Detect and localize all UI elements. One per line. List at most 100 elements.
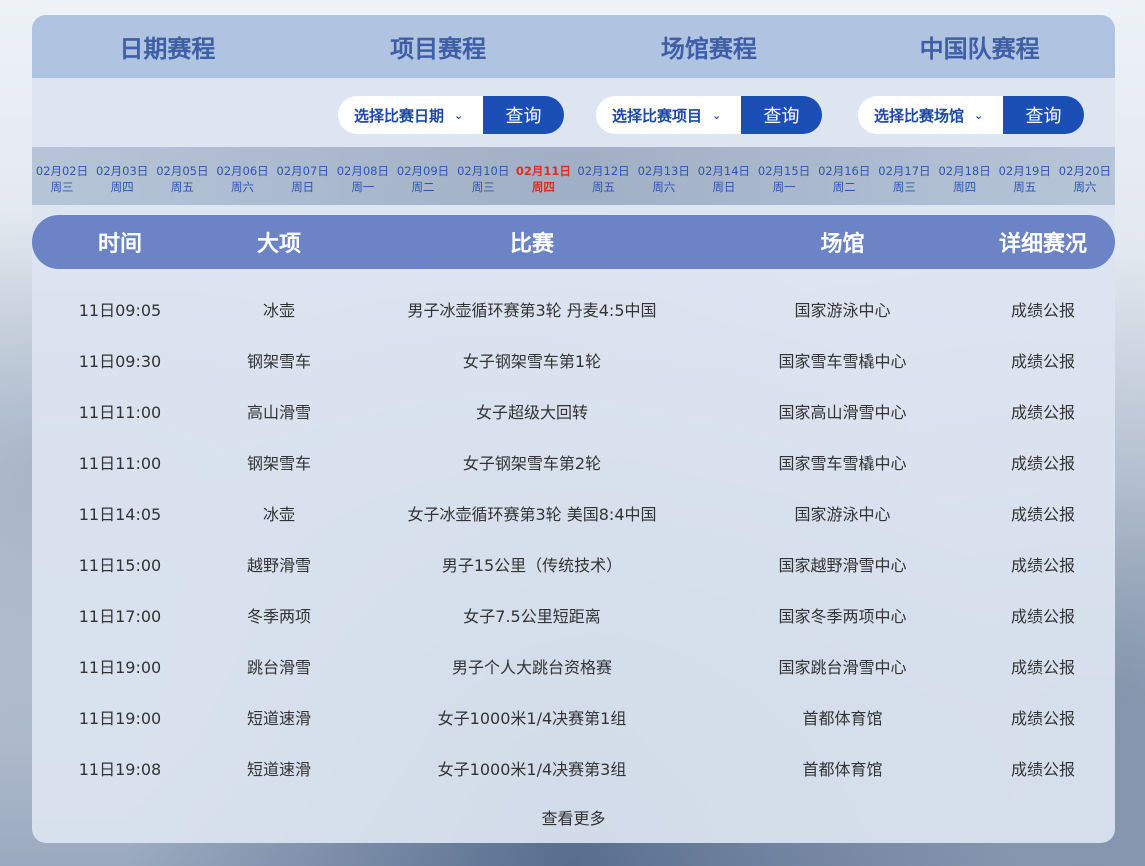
date-label: 02月11日 — [515, 164, 571, 178]
tab-china-team-schedule[interactable]: 中国队赛程 — [844, 15, 1115, 78]
date-label: 02月07日 — [276, 164, 329, 178]
cell-report-link[interactable]: 成绩公报 — [971, 348, 1115, 372]
date-item[interactable]: 02月14日 周日 — [696, 147, 752, 205]
filter-bar: 选择比赛日期 ⌄ 查询 选择比赛项目 ⌄ 查询 选择比赛场馆 ⌄ 查询 — [32, 78, 1115, 148]
date-item[interactable]: 02月10日 周三 — [455, 147, 511, 205]
cell-report-link[interactable]: 成绩公报 — [971, 654, 1115, 678]
tab-date-schedule[interactable]: 日期赛程 — [32, 15, 303, 78]
weekday-label: 周日 — [712, 180, 736, 194]
date-item[interactable]: 02月11日 周四 — [515, 147, 571, 205]
cell-sport: 钢架雪车 — [246, 453, 311, 473]
cell-sport: 高山滑雪 — [246, 402, 311, 422]
date-label: 02月16日 — [818, 164, 871, 178]
cell-match: 女子冰壶循环赛第3轮 美国8:4中国 — [407, 504, 657, 524]
table-row: 11日14:05 冰壶 女子冰壶循环赛第3轮 美国8:4中国 国家游泳中心 成绩公报 — [32, 487, 1115, 538]
cell-time: 11日09:30 — [78, 351, 162, 371]
date-item[interactable]: 02月15日 周一 — [756, 147, 812, 205]
date-label: 02月05日 — [156, 164, 209, 178]
cell-venue: 国家高山滑雪中心 — [778, 402, 907, 422]
cell-sport: 冬季两项 — [246, 607, 311, 627]
cell-venue: 国家跳台滑雪中心 — [778, 658, 907, 678]
cell-report-link[interactable]: 成绩公报 — [971, 603, 1115, 627]
date-strip: 02月02日 周三 02月03日 周四 02月05日 周五 02月06日 周六 02月07日 周日… — [32, 147, 1115, 205]
tab-event-schedule[interactable]: 项目赛程 — [303, 15, 574, 78]
cell-time: 11日17:00 — [78, 607, 162, 627]
date-item[interactable]: 02月05日 周五 — [154, 147, 210, 205]
table-row: 11日17:00 冬季两项 女子7.5公里短距离 国家冬季两项中心 成绩公报 — [32, 590, 1115, 641]
date-item[interactable]: 02月02日 周三 — [34, 147, 90, 205]
header-time: 时间 — [97, 232, 142, 257]
view-more-link[interactable]: 查看更多 — [32, 805, 1115, 829]
cell-report-link[interactable]: 成绩公报 — [971, 705, 1115, 729]
cell-time: 11日09:05 — [78, 300, 162, 320]
venue-query-button[interactable]: 查询 — [1003, 96, 1084, 134]
cell-venue: 国家游泳中心 — [794, 504, 891, 524]
event-query-button[interactable]: 查询 — [741, 96, 822, 134]
table-row: 11日11:00 钢架雪车 女子钢架雪车第2轮 国家雪车雪橇中心 成绩公报 — [32, 436, 1115, 487]
weekday-label: 周三 — [50, 180, 74, 194]
cell-sport: 越野滑雪 — [246, 556, 311, 576]
cell-match: 男子15公里（传统技术） — [441, 556, 623, 576]
event-select[interactable]: 选择比赛项目 ⌄ — [596, 96, 741, 134]
date-item[interactable]: 02月07日 周日 — [275, 147, 331, 205]
date-label: 02月14日 — [697, 164, 751, 178]
cell-venue: 国家雪车雪橇中心 — [778, 453, 907, 473]
cell-report-link[interactable]: 成绩公报 — [971, 297, 1115, 321]
date-item[interactable]: 02月19日 周五 — [997, 147, 1053, 205]
date-item[interactable]: 02月18日 周四 — [937, 147, 993, 205]
cell-venue: 国家雪车雪橇中心 — [778, 351, 907, 371]
cell-venue: 国家游泳中心 — [794, 300, 891, 320]
cell-report-link[interactable]: 成绩公报 — [971, 501, 1115, 525]
table-row: 11日19:00 短道速滑 女子1000米1/4决赛第1组 首都体育馆 成绩公报 — [32, 692, 1115, 743]
cell-report-link[interactable]: 成绩公报 — [971, 552, 1115, 576]
date-query-button[interactable]: 查询 — [483, 96, 564, 134]
cell-venue: 首都体育馆 — [802, 709, 883, 729]
tab-venue-schedule[interactable]: 场馆赛程 — [574, 15, 845, 78]
table-row: 11日11:00 高山滑雪 女子超级大回转 国家高山滑雪中心 成绩公报 — [32, 385, 1115, 436]
date-label: 02月15日 — [757, 164, 811, 178]
weekday-label: 周六 — [1073, 180, 1097, 194]
weekday-label: 周四 — [110, 180, 134, 194]
cell-sport: 跳台滑雪 — [246, 658, 311, 678]
venue-filter: 选择比赛场馆 ⌄ 查询 — [858, 96, 1084, 134]
cell-report-link[interactable]: 成绩公报 — [971, 450, 1115, 474]
date-item[interactable]: 02月17日 周三 — [876, 147, 932, 205]
weekday-label: 周五 — [1013, 180, 1037, 194]
header-details: 详细赛况 — [998, 232, 1087, 257]
weekday-label: 周四 — [953, 180, 977, 194]
date-item[interactable]: 02月20日 周六 — [1057, 147, 1113, 205]
cell-match: 女子钢架雪车第2轮 — [462, 453, 602, 473]
table-row: 11日19:08 短道速滑 女子1000米1/4决赛第3组 首都体育馆 成绩公报 — [32, 743, 1115, 794]
date-label: 02月13日 — [637, 164, 690, 178]
date-label: 02月18日 — [938, 164, 991, 178]
date-select[interactable]: 选择比赛日期 ⌄ — [338, 96, 483, 134]
date-item[interactable]: 02月12日 周五 — [576, 147, 632, 205]
weekday-label: 周一 — [772, 180, 796, 194]
event-select-label: 选择比赛项目 — [612, 106, 703, 125]
date-item[interactable]: 02月13日 周六 — [636, 147, 692, 205]
weekday-label: 周五 — [592, 180, 616, 194]
date-label: 02月19日 — [998, 164, 1051, 178]
table-row: 11日19:00 跳台滑雪 男子个人大跳台资格赛 国家跳台滑雪中心 成绩公报 — [32, 641, 1115, 692]
weekday-label: 周六 — [231, 180, 255, 194]
weekday-label: 周三 — [471, 180, 495, 194]
date-item[interactable]: 02月06日 周六 — [215, 147, 271, 205]
date-label: 02月09日 — [396, 164, 450, 178]
date-item[interactable]: 02月16日 周二 — [816, 147, 872, 205]
date-label: 02月17日 — [878, 164, 931, 178]
weekday-label: 周六 — [652, 180, 676, 194]
weekday-label: 周四 — [531, 180, 555, 194]
table-row: 11日15:00 越野滑雪 男子15公里（传统技术） 国家越野滑雪中心 成绩公报 — [32, 538, 1115, 589]
date-item[interactable]: 02月08日 周一 — [335, 147, 391, 205]
cell-venue: 国家冬季两项中心 — [778, 607, 907, 627]
cell-report-link[interactable]: 成绩公报 — [971, 399, 1115, 423]
venue-select[interactable]: 选择比赛场馆 ⌄ — [858, 96, 1003, 134]
date-item[interactable]: 02月03日 周四 — [94, 147, 150, 205]
cell-venue: 国家越野滑雪中心 — [778, 556, 907, 576]
cell-match: 男子冰壶循环赛第3轮 丹麦4:5中国 — [407, 300, 657, 320]
date-item[interactable]: 02月09日 周二 — [395, 147, 451, 205]
cell-time: 11日19:00 — [78, 709, 162, 729]
cell-sport: 冰壶 — [262, 504, 295, 524]
table-row: 11日09:30 钢架雪车 女子钢架雪车第1轮 国家雪车雪橇中心 成绩公报 — [32, 334, 1115, 385]
cell-report-link[interactable]: 成绩公报 — [971, 756, 1115, 780]
